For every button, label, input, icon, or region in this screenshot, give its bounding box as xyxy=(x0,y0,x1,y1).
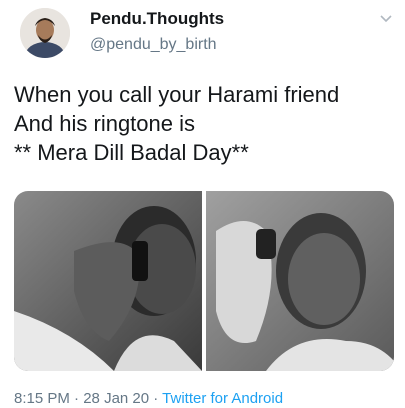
user-handle[interactable]: @pendu_by_birth xyxy=(90,36,217,54)
tweet-date[interactable]: 28 Jan 20 xyxy=(83,390,149,407)
tweet-text-line: When you call your Harami friend xyxy=(14,82,340,107)
tweet-time[interactable]: 8:15 PM xyxy=(14,390,70,407)
photo-icon xyxy=(206,191,394,371)
tweet-text: When you call your Harami friend And his… xyxy=(14,80,394,167)
tweet-meta: 8:15 PM · 28 Jan 20 · Twitter for Androi… xyxy=(14,390,283,407)
chevron-down-icon xyxy=(380,15,392,23)
tweet-menu-button[interactable] xyxy=(378,10,394,26)
tweet-source-link[interactable]: Twitter for Android xyxy=(162,390,283,407)
photo-icon xyxy=(14,191,202,371)
profile-avatar-image xyxy=(20,8,70,58)
meta-separator: · xyxy=(149,390,163,407)
tweet-media[interactable] xyxy=(14,191,394,371)
display-name[interactable]: Pendu.Thoughts xyxy=(90,9,224,29)
meme-photo-right[interactable] xyxy=(206,191,394,371)
meme-photo-left[interactable] xyxy=(14,191,202,371)
tweet-text-line: And his ringtone is xyxy=(14,111,195,136)
tweet-text-line: ** Mera Dill Badal Day** xyxy=(14,140,249,165)
avatar[interactable] xyxy=(20,8,70,58)
meta-separator: · xyxy=(69,390,84,407)
